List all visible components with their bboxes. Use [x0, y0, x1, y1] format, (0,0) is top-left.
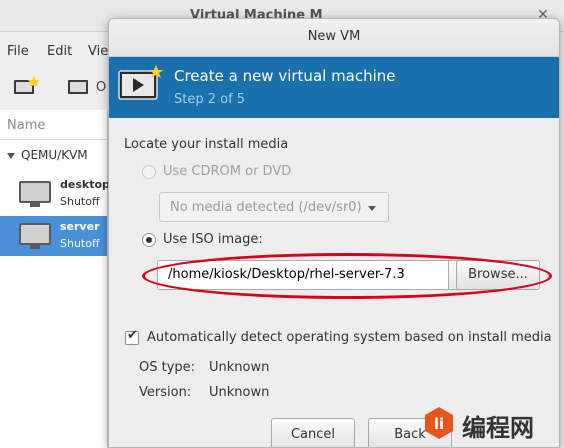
- cancel-button[interactable]: Cancel: [271, 418, 355, 447]
- new-vm-icon[interactable]: [12, 76, 40, 98]
- new-vm-icon: [118, 65, 163, 100]
- list-item[interactable]: desktop Shutoff: [0, 174, 110, 214]
- auto-detect-checkbox[interactable]: ✔: [125, 328, 139, 345]
- vm-name: server: [60, 220, 100, 233]
- banner-step: Step 2 of 5: [174, 92, 246, 107]
- cdrom-option-label[interactable]: Use CDROM or DVD: [163, 164, 291, 179]
- list-item[interactable]: server Shutoff: [0, 216, 107, 256]
- banner-title: Create a new virtual machine: [174, 67, 396, 85]
- menu-file[interactable]: File: [7, 44, 29, 59]
- toolbar: O: [0, 68, 108, 108]
- os-type-value: Unknown: [209, 360, 270, 375]
- version-value: Unknown: [209, 385, 270, 400]
- connection-group[interactable]: QEMU/KVM: [0, 140, 107, 170]
- chevron-down-icon: [368, 206, 376, 211]
- cdrom-radio[interactable]: [142, 165, 156, 179]
- dialog-title: New VM: [307, 29, 361, 44]
- iso-radio[interactable]: [142, 233, 156, 247]
- iso-path-input[interactable]: /home/kiosk/Desktop/rhel-server-7.3: [157, 260, 449, 290]
- iso-path-value: /home/kiosk/Desktop/rhel-server-7.3: [168, 267, 405, 282]
- watermark-text: 编程网: [462, 414, 534, 442]
- vm-list: Name QEMU/KVM desktop Shutoff server Shu…: [0, 110, 110, 448]
- menu-edit[interactable]: Edit: [47, 44, 72, 59]
- new-vm-dialog: New VM Create a new virtual machine Step…: [108, 18, 560, 448]
- watermark-logo-icon: li: [425, 407, 453, 439]
- expander-icon[interactable]: [7, 152, 15, 159]
- connection-label: QEMU/KVM: [21, 148, 88, 162]
- cdrom-combo-value: No media detected (/dev/sr0): [170, 200, 362, 215]
- list-header-name[interactable]: Name: [0, 110, 107, 140]
- svg-text:li: li: [434, 415, 444, 433]
- version-label: Version:: [139, 385, 192, 400]
- vm-state: Shutoff: [60, 195, 100, 208]
- wizard-banner: Create a new virtual machine Step 2 of 5: [109, 57, 559, 118]
- locate-media-label: Locate your install media: [124, 137, 289, 152]
- os-type-label: OS type:: [139, 360, 196, 375]
- cdrom-device-select[interactable]: No media detected (/dev/sr0): [159, 192, 389, 222]
- site-watermark: li 编程网: [418, 400, 564, 448]
- vm-monitor-icon: [19, 223, 51, 249]
- open-button-label: O: [96, 80, 107, 95]
- vm-name: desktop: [60, 178, 110, 191]
- open-console-icon[interactable]: [66, 76, 92, 98]
- menu-view[interactable]: Vie: [88, 44, 108, 59]
- vm-state: Shutoff: [60, 237, 100, 250]
- browse-button[interactable]: Browse...: [456, 260, 540, 290]
- auto-detect-label[interactable]: Automatically detect operating system ba…: [147, 330, 552, 345]
- vm-monitor-icon: [19, 181, 51, 207]
- dialog-titlebar: New VM: [109, 19, 559, 57]
- iso-option-label[interactable]: Use ISO image:: [163, 232, 263, 247]
- checkmark-icon: ✔: [127, 328, 138, 343]
